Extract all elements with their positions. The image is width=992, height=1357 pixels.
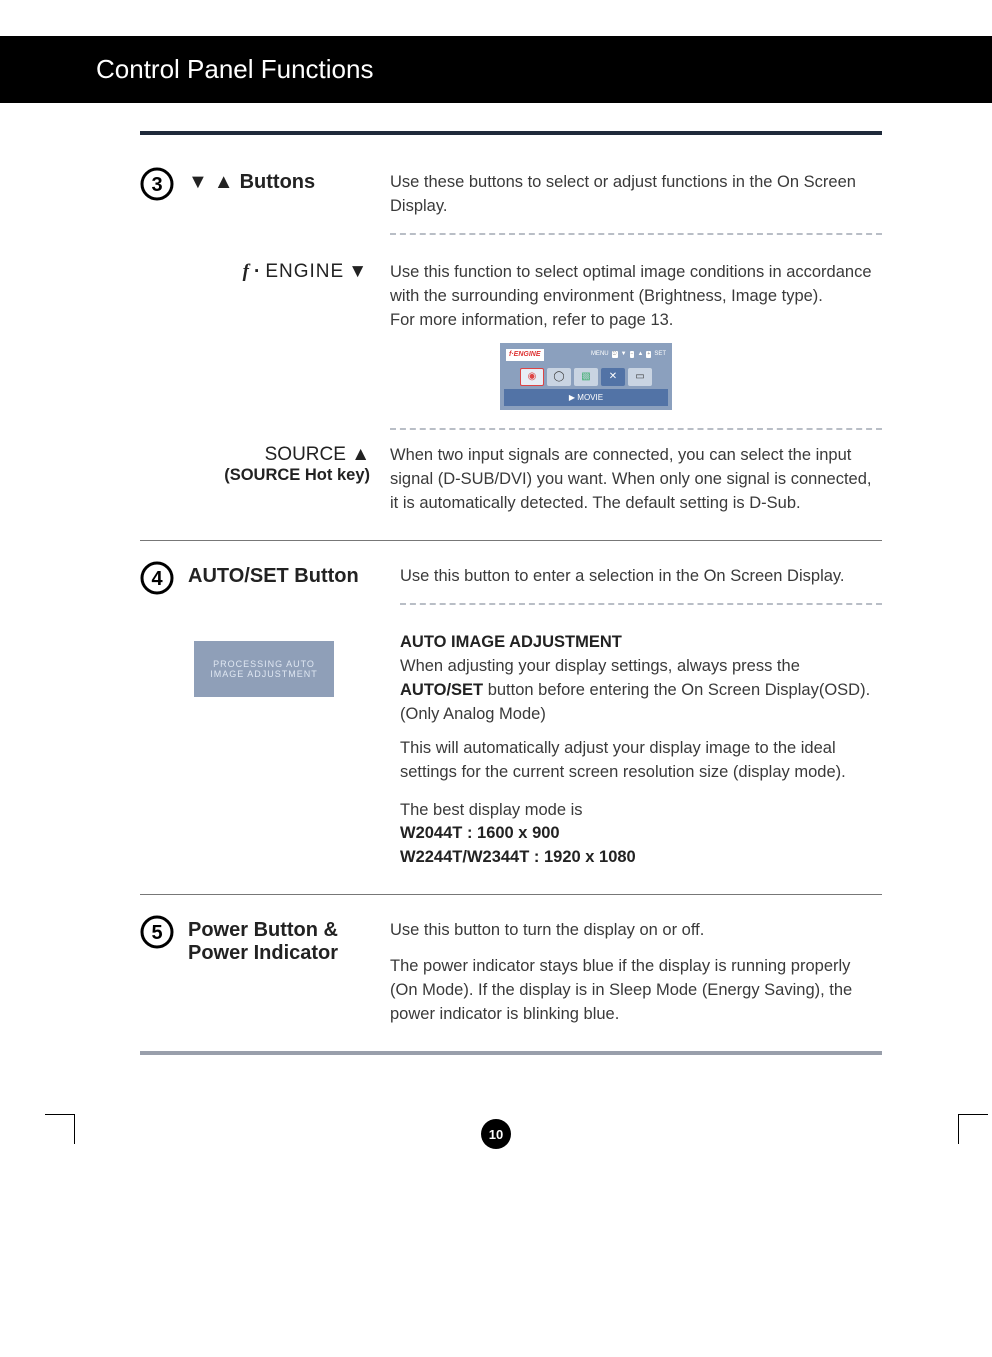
updown-buttons-label: ▼ ▲ Buttons [188, 171, 370, 194]
power-title: Power Button & Power Indicator [188, 919, 370, 965]
aia-paragraph-1: When adjusting your display settings, al… [400, 655, 882, 727]
content-area: 3 ▼ ▲ Buttons Use these buttons to selec… [0, 103, 992, 1095]
osd-globe-icon: ◉ [520, 368, 544, 386]
dashed-divider [390, 233, 882, 235]
exit-chip-icon: ⎋ [612, 351, 618, 358]
processing-auto-thumbnail: PROCESSING AUTO IMAGE ADJUSTMENT [194, 641, 334, 697]
section-4-autoset: 4 AUTO/SET Button Use this button to ent… [140, 565, 882, 619]
fengine-description: Use this function to select optimal imag… [390, 261, 882, 333]
power-p2: The power indicator stays blue if the di… [390, 955, 882, 1027]
autoset-title: AUTO/SET Button [188, 565, 370, 588]
page-number: 10 [481, 1119, 511, 1149]
best-mode-1: W2044T : 1600 x 900 [400, 822, 882, 846]
cutmark-tl [45, 41, 75, 71]
osd-monitor-icon: ▭ [628, 368, 652, 386]
osd-bottom-label: ▶ MOVIE [504, 389, 668, 407]
buttons-word: Buttons [240, 171, 316, 194]
section-3-source: SOURCE ▲ (SOURCE Hot key) When two input… [140, 444, 882, 516]
osd-fe-badge: f·ENGINE [506, 349, 544, 361]
source-description: When two input signals are connected, yo… [390, 444, 882, 516]
bottom-rule [140, 1051, 882, 1055]
thin-divider [140, 540, 882, 541]
osd-picture-icon: ▧ [574, 368, 598, 386]
cutmark-br [958, 1114, 988, 1144]
osd-close-icon: ✕ [601, 368, 625, 386]
number-4-icon: 4 [140, 561, 174, 600]
power-p1: Use this button to turn the display on o… [390, 919, 882, 943]
best-mode-intro: The best display mode is [400, 799, 882, 823]
top-rule [140, 131, 882, 135]
autoset-description: Use this button to enter a selection in … [400, 565, 882, 589]
f-script-icon: f [243, 261, 250, 283]
buttons-description: Use these buttons to select or adjust fu… [390, 171, 882, 219]
number-5-icon: 5 [140, 915, 174, 954]
down-arrow-icon: ▼ [348, 261, 368, 283]
section-5-power: 5 Power Button & Power Indicator Use thi… [140, 919, 882, 1027]
section-4-aia: PROCESSING AUTO IMAGE ADJUSTMENT AUTO IM… [140, 631, 882, 870]
best-mode-2: W2244T/W2344T : 1920 x 1080 [400, 846, 882, 870]
page-header: Control Panel Functions [0, 36, 992, 103]
up-arrow-icon: ▲ [214, 171, 234, 194]
fengine-label: f·ENGINE ▼ [140, 261, 370, 283]
fengine-osd-thumbnail: f·ENGINE MENU⎋ ▼− ▲+ SET ◉ ◯ ▧ ✕ ▭ ▶ [500, 343, 672, 411]
section-3-fengine: f·ENGINE ▼ Use this function to select o… [140, 261, 882, 415]
svg-text:4: 4 [151, 568, 163, 590]
source-hotkey-label: (SOURCE Hot key) [140, 466, 370, 485]
dashed-divider [390, 428, 882, 430]
section-3-buttons: 3 ▼ ▲ Buttons Use these buttons to selec… [140, 171, 882, 249]
svg-text:3: 3 [151, 174, 162, 196]
aia-title: AUTO IMAGE ADJUSTMENT [400, 631, 882, 655]
header-title: Control Panel Functions [96, 54, 373, 84]
number-3-icon: 3 [140, 167, 174, 206]
cutmark-bl [45, 1114, 75, 1144]
thin-divider [140, 894, 882, 895]
source-label: SOURCE ▲ [140, 444, 370, 466]
cutmark-tr [958, 41, 988, 71]
aia-paragraph-2: This will automatically adjust your disp… [400, 737, 882, 785]
dashed-divider [400, 603, 882, 605]
svg-text:5: 5 [151, 922, 162, 944]
osd-globe2-icon: ◯ [547, 368, 571, 386]
down-arrow-icon: ▼ [188, 171, 208, 194]
